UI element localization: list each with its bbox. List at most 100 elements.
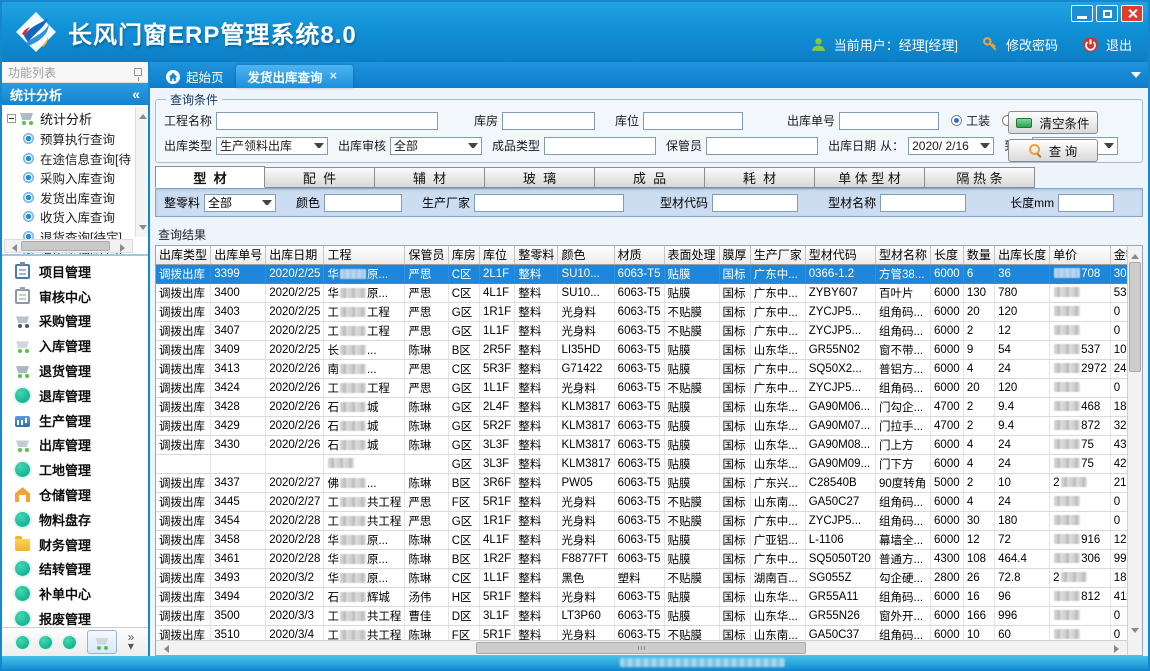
column-header[interactable]: 整零料: [515, 246, 558, 264]
module-shortcut-icon[interactable]: [39, 636, 52, 649]
tree-root[interactable]: 统计分析: [7, 108, 148, 129]
table-row[interactable]: 调拨出库34932020/3/2华原...陈琳C区1L1F整料黑色塑料不贴膜国标…: [156, 568, 1142, 587]
workwear-radio[interactable]: [951, 115, 962, 126]
scrollbar-thumb[interactable]: [476, 642, 806, 654]
column-header[interactable]: 颜色: [558, 246, 614, 264]
clear-conditions-button[interactable]: 清空条件: [1008, 111, 1098, 134]
tree-horizontal-scrollbar[interactable]: [4, 239, 133, 253]
sidebar-module[interactable]: 财务管理: [2, 532, 148, 557]
table-row[interactable]: 调拨出库34612020/2/28华原...陈琳B区1R2F整料F8877FT6…: [156, 549, 1142, 568]
tree-item[interactable]: 采购入库查询: [7, 168, 148, 188]
profile-name-input[interactable]: [880, 194, 966, 212]
column-header[interactable]: 膜厚: [719, 246, 750, 264]
column-header[interactable]: 单价: [1050, 246, 1111, 264]
column-header[interactable]: 保管员: [405, 246, 448, 264]
close-button[interactable]: [1121, 5, 1143, 22]
column-header[interactable]: 库位: [479, 246, 514, 264]
location-input[interactable]: [643, 112, 743, 130]
column-header[interactable]: 生产厂家: [750, 246, 805, 264]
sidebar-module[interactable]: 采购管理: [2, 309, 148, 334]
logout-link[interactable]: 退出: [1106, 35, 1132, 54]
table-row[interactable]: 调拨出库33992020/2/25华原...严思C区2L1F整料SU10...6…: [156, 264, 1142, 283]
outbound-type-select[interactable]: 生产领料出库: [216, 137, 328, 155]
profile-code-input[interactable]: [712, 194, 798, 212]
material-tab[interactable]: 隔 热 条: [925, 167, 1035, 188]
table-row[interactable]: 调拨出库34242020/2/26工工程严思G区1L1F整料光身料6063-T5…: [156, 378, 1142, 397]
table-row[interactable]: 调拨出库34372020/2/27佛...陈琳B区3R6F整料PW056063-…: [156, 473, 1142, 492]
material-tab[interactable]: 型 材: [155, 166, 265, 188]
toolbar-overflow-icon[interactable]: »▾: [128, 633, 135, 651]
column-header[interactable]: 出库类型: [156, 246, 211, 264]
tree-item[interactable]: 收货入库查询: [7, 207, 148, 227]
length-input[interactable]: [1058, 194, 1114, 212]
column-header[interactable]: 出库长度: [995, 246, 1050, 264]
change-password-link[interactable]: 修改密码: [1006, 35, 1058, 54]
order-no-input[interactable]: [839, 112, 939, 130]
column-header[interactable]: 工程: [324, 246, 405, 264]
material-tab[interactable]: 配 件: [265, 167, 375, 188]
sidebar-module[interactable]: 退库管理: [2, 383, 148, 408]
tree-item[interactable]: 在途信息查询[待: [7, 149, 148, 169]
tree-item[interactable]: 预算执行查询: [7, 129, 148, 149]
table-row[interactable]: 调拨出库34452020/2/27工共工程严思F区5R1F整料光身料6063-T…: [156, 492, 1142, 511]
table-row[interactable]: 调拨出库34132020/2/26南...严思C区5R3F整料G71422606…: [156, 359, 1142, 378]
color-input[interactable]: [324, 194, 402, 212]
whole-part-select[interactable]: 全部: [204, 194, 276, 212]
pin-icon[interactable]: [134, 68, 142, 76]
sidebar-module[interactable]: 补单中心: [2, 581, 148, 606]
date-from-select[interactable]: 2020/ 2/16: [908, 137, 994, 155]
table-row[interactable]: 调拨出库34942020/3/2石辉城汤伟H区5R1F整料光身料6063-T5贴…: [156, 587, 1142, 606]
maximize-button[interactable]: [1096, 5, 1118, 22]
sidebar-module[interactable]: 物料盘存: [2, 507, 148, 532]
search-button[interactable]: 查 询: [1008, 139, 1098, 162]
table-row[interactable]: 调拨出库34072020/2/25工工程严思G区1L1F整料光身料6063-T5…: [156, 321, 1142, 340]
sidebar-module[interactable]: 结转管理: [2, 557, 148, 582]
collapse-icon[interactable]: [132, 86, 140, 102]
sidebar-module[interactable]: 审核中心: [2, 284, 148, 309]
sidebar-module[interactable]: 入库管理: [2, 333, 148, 358]
sidebar-module[interactable]: 生产管理: [2, 408, 148, 433]
table-row[interactable]: 调拨出库34302020/2/26石城陈琳G区3L3F整料KLM38176063…: [156, 435, 1142, 454]
tree-item[interactable]: 发货出库查询: [7, 188, 148, 208]
column-header[interactable]: 表面处理: [664, 246, 719, 264]
minimize-button[interactable]: [1071, 5, 1093, 22]
material-tab[interactable]: 耗 材: [705, 167, 815, 188]
expander-icon[interactable]: [7, 114, 16, 123]
column-header[interactable]: 库房: [448, 246, 479, 264]
table-vertical-scrollbar[interactable]: [1127, 246, 1142, 655]
material-tab[interactable]: 单 体 型 材: [815, 167, 925, 188]
tab-close-icon[interactable]: [329, 71, 341, 83]
tree-vertical-scrollbar[interactable]: [135, 107, 148, 237]
table-row[interactable]: 调拨出库34032020/2/25工工程严思G区1R1F整料光身料6063-T5…: [156, 302, 1142, 321]
material-tab[interactable]: 玻 璃: [485, 167, 595, 188]
tab-overflow-icon[interactable]: [1131, 72, 1141, 83]
keeper-input[interactable]: [706, 137, 818, 155]
column-header[interactable]: 型材名称: [876, 246, 931, 264]
module-shortcut-icon[interactable]: [63, 636, 76, 649]
column-header[interactable]: 数量: [963, 246, 994, 264]
table-row[interactable]: G区3L3F整料KLM38176063-T5贴膜国标山东华...GA90M09.…: [156, 454, 1142, 473]
warehouse-input[interactable]: [502, 112, 595, 130]
column-header[interactable]: 长度: [931, 246, 964, 264]
table-row[interactable]: 调拨出库34282020/2/26石城陈琳G区2L4F整料KLM38176063…: [156, 397, 1142, 416]
sidebar-module[interactable]: 退货管理: [2, 358, 148, 383]
column-header[interactable]: 材质: [614, 246, 664, 264]
sidebar-module[interactable]: 报废管理: [2, 606, 148, 627]
column-header[interactable]: 出库日期: [266, 246, 324, 264]
sidebar-module[interactable]: 工地管理: [2, 457, 148, 482]
column-header[interactable]: 型材代码: [805, 246, 875, 264]
table-horizontal-scrollbar[interactable]: [156, 640, 1127, 655]
outbound-audit-select[interactable]: 全部: [390, 137, 482, 155]
project-name-input[interactable]: [216, 112, 438, 130]
table-row[interactable]: 调拨出库34542020/2/28工共工程严思G区1R1F整料光身料6063-T…: [156, 511, 1142, 530]
module-shortcut-icon[interactable]: [16, 636, 29, 649]
table-row[interactable]: 调拨出库34292020/2/26石城陈琳G区5R2F整料KLM38176063…: [156, 416, 1142, 435]
column-header[interactable]: 出库单号: [211, 246, 266, 264]
sidebar-section-statistics[interactable]: 统计分析: [2, 83, 148, 105]
product-type-input[interactable]: [544, 137, 656, 155]
factory-input[interactable]: [474, 194, 624, 212]
cart-shortcut-button[interactable]: [87, 630, 117, 654]
scrollbar-thumb[interactable]: [1129, 262, 1141, 372]
tab-outbound-query[interactable]: 发货出库查询: [236, 65, 353, 88]
table-row[interactable]: 调拨出库34582020/2/28华原...陈琳C区4L1F整料光身料6063-…: [156, 530, 1142, 549]
